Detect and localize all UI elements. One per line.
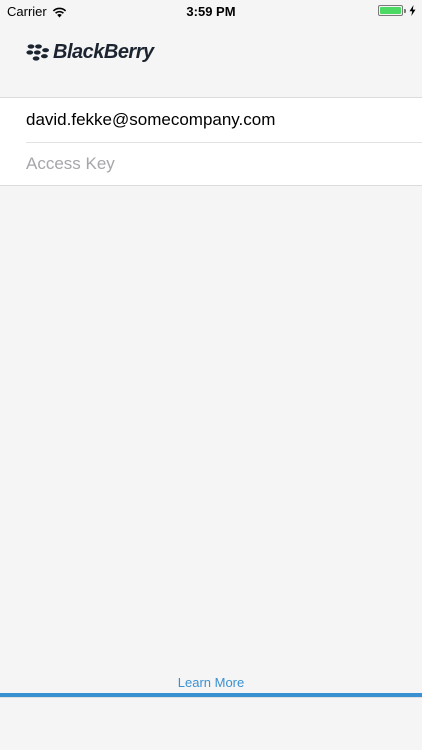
- battery-fill: [380, 7, 401, 14]
- blackberry-logo-icon: [26, 43, 49, 61]
- login-form: [0, 97, 422, 186]
- learn-more-link[interactable]: Learn More: [0, 675, 422, 690]
- clock: 3:59 PM: [186, 4, 236, 19]
- bolt-icon: [409, 5, 416, 16]
- field-separator: [26, 142, 422, 143]
- status-right: [378, 5, 416, 16]
- battery-icon: [378, 5, 403, 16]
- access-key-field[interactable]: [26, 149, 406, 179]
- email-field[interactable]: [26, 105, 406, 135]
- brand-logo: BlackBerry: [26, 41, 154, 64]
- battery-tip: [404, 8, 406, 13]
- bottom-bar: [0, 697, 422, 750]
- status-bar: Carrier 3:59 PM: [0, 0, 422, 22]
- brand-name: BlackBerry: [53, 41, 154, 63]
